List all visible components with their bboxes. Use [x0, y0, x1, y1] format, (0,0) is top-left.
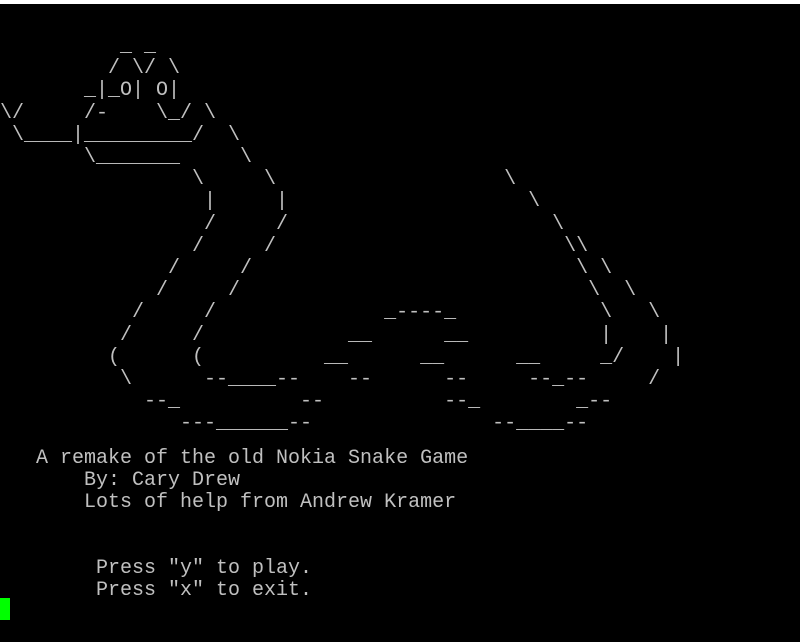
ascii-art-line: \/ /- \_/ \ — [0, 101, 217, 125]
ascii-art-line: \ --____-- -- -- --_-- / — [0, 368, 661, 391]
screen: _ _ / \/ \ _|_O| O| \/ /- \_/ \ \____|___… — [0, 0, 800, 642]
terminal-cursor — [0, 598, 10, 620]
ascii-art-line: / / _----_ \ \ — [0, 301, 661, 325]
ascii-art-line: / / \\ — [0, 234, 589, 258]
ascii-art-line: / / __ __ | | — [0, 323, 673, 347]
ascii-art-line: / / \ \ — [0, 257, 613, 280]
ascii-art-line: --_ -- --_ _-- — [0, 390, 613, 414]
play-prompt: Press "y" to play. — [0, 557, 313, 580]
ascii-art-line: \_______ \ — [0, 146, 253, 169]
ascii-art-line: ( ( __ __ __ _/ | — [0, 345, 685, 369]
terminal-window[interactable]: _ _ / \/ \ _|_O| O| \/ /- \_/ \ \____|___… — [0, 4, 800, 642]
ascii-art-line: _|_O| O| — [0, 79, 181, 103]
credits-title: A remake of the old Nokia Snake Game — [0, 447, 469, 470]
ascii-art-line: \____|_________/ \ — [0, 123, 241, 147]
credits-author: By: Cary Drew — [0, 469, 241, 492]
ascii-art-line: / / \ — [0, 212, 565, 236]
exit-prompt: Press "x" to exit. — [0, 579, 313, 602]
ascii-art-line: \ \ \ — [0, 168, 517, 192]
ascii-art-line: | | \ — [0, 190, 541, 214]
ascii-art-line: ---______-- --____-- — [0, 412, 589, 436]
credits-thanks: Lots of help from Andrew Kramer — [0, 491, 457, 514]
ascii-art-line: / \/ \ — [0, 57, 181, 81]
ascii-art-line: _ _ — [0, 35, 157, 58]
ascii-art-line: / / \ \ — [0, 279, 637, 303]
